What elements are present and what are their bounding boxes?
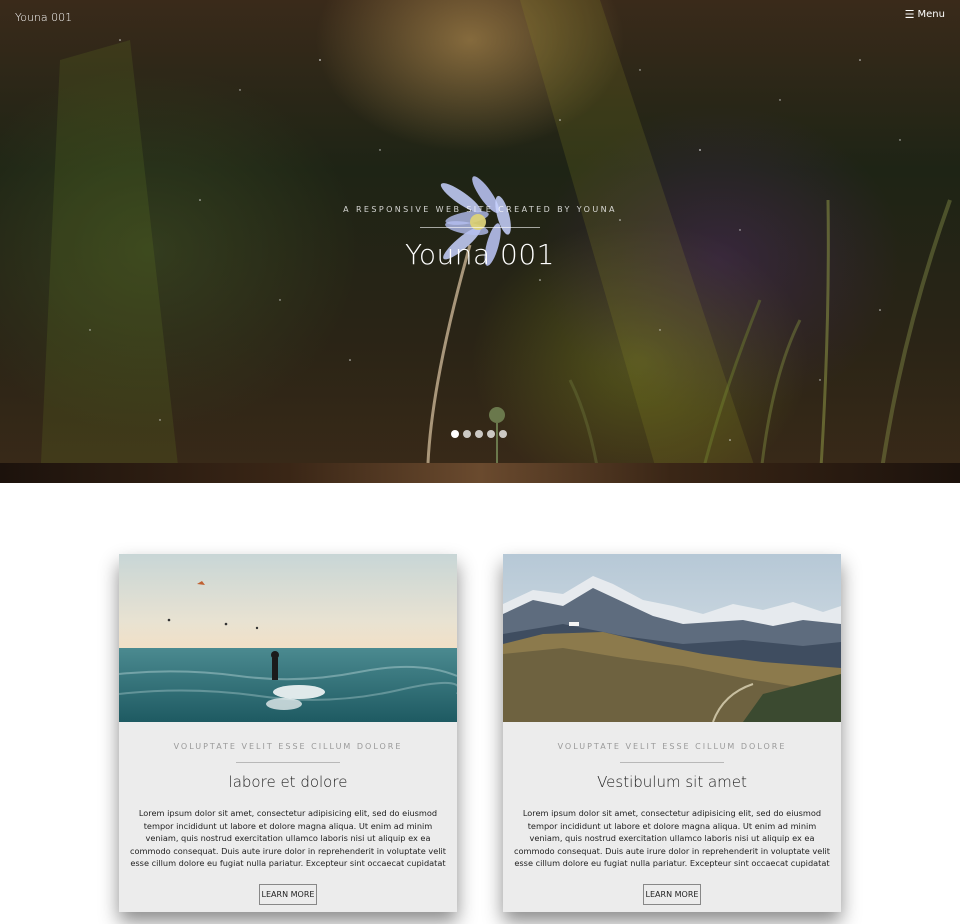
- slider-dot-5[interactable]: [499, 430, 507, 438]
- hamburger-icon: ☰: [904, 8, 915, 21]
- card-mountains: VOLUPTATE VELIT ESSE CILLUM DOLORE Vesti…: [503, 554, 841, 912]
- hero-title: Youna 001: [404, 238, 555, 271]
- card-image-sea: [119, 554, 457, 722]
- hero-divider: [420, 227, 540, 228]
- learn-more-button[interactable]: LEARN MORE: [259, 884, 317, 905]
- card-image-mountains: [503, 554, 841, 722]
- slider-dot-2[interactable]: [463, 430, 471, 438]
- card-kicker: VOLUPTATE VELIT ESSE CILLUM DOLORE: [557, 742, 787, 751]
- hero-section: Youna 001 ☰ Menu A RESPONSIVE WEB SITE C…: [0, 0, 960, 483]
- card-title: Vestibulum sit amet: [597, 773, 747, 791]
- slider-dot-3[interactable]: [475, 430, 483, 438]
- card-title: labore et dolore: [228, 773, 348, 791]
- card-text: Lorem ipsum dolor sit amet, consectetur …: [513, 808, 831, 869]
- menu-label: Menu: [917, 9, 945, 20]
- menu-button[interactable]: ☰ Menu: [905, 9, 945, 20]
- slider-dot-1[interactable]: [451, 430, 459, 438]
- card-kicker: VOLUPTATE VELIT ESSE CILLUM DOLORE: [173, 742, 403, 751]
- card-text: Lorem ipsum dolor sit amet, consectetur …: [129, 808, 447, 869]
- card-kitesurf: VOLUPTATE VELIT ESSE CILLUM DOLORE labor…: [119, 554, 457, 912]
- card-divider: [620, 762, 724, 763]
- hero-subtitle: A RESPONSIVE WEB SITE CREATED BY YOUNA: [343, 205, 617, 214]
- learn-more-button[interactable]: LEARN MORE: [643, 884, 701, 905]
- hero-bottom-band: [0, 463, 960, 483]
- site-title[interactable]: Youna 001: [15, 11, 72, 24]
- card-divider: [236, 762, 340, 763]
- slider-dots: [451, 430, 507, 438]
- slider-dot-4[interactable]: [487, 430, 495, 438]
